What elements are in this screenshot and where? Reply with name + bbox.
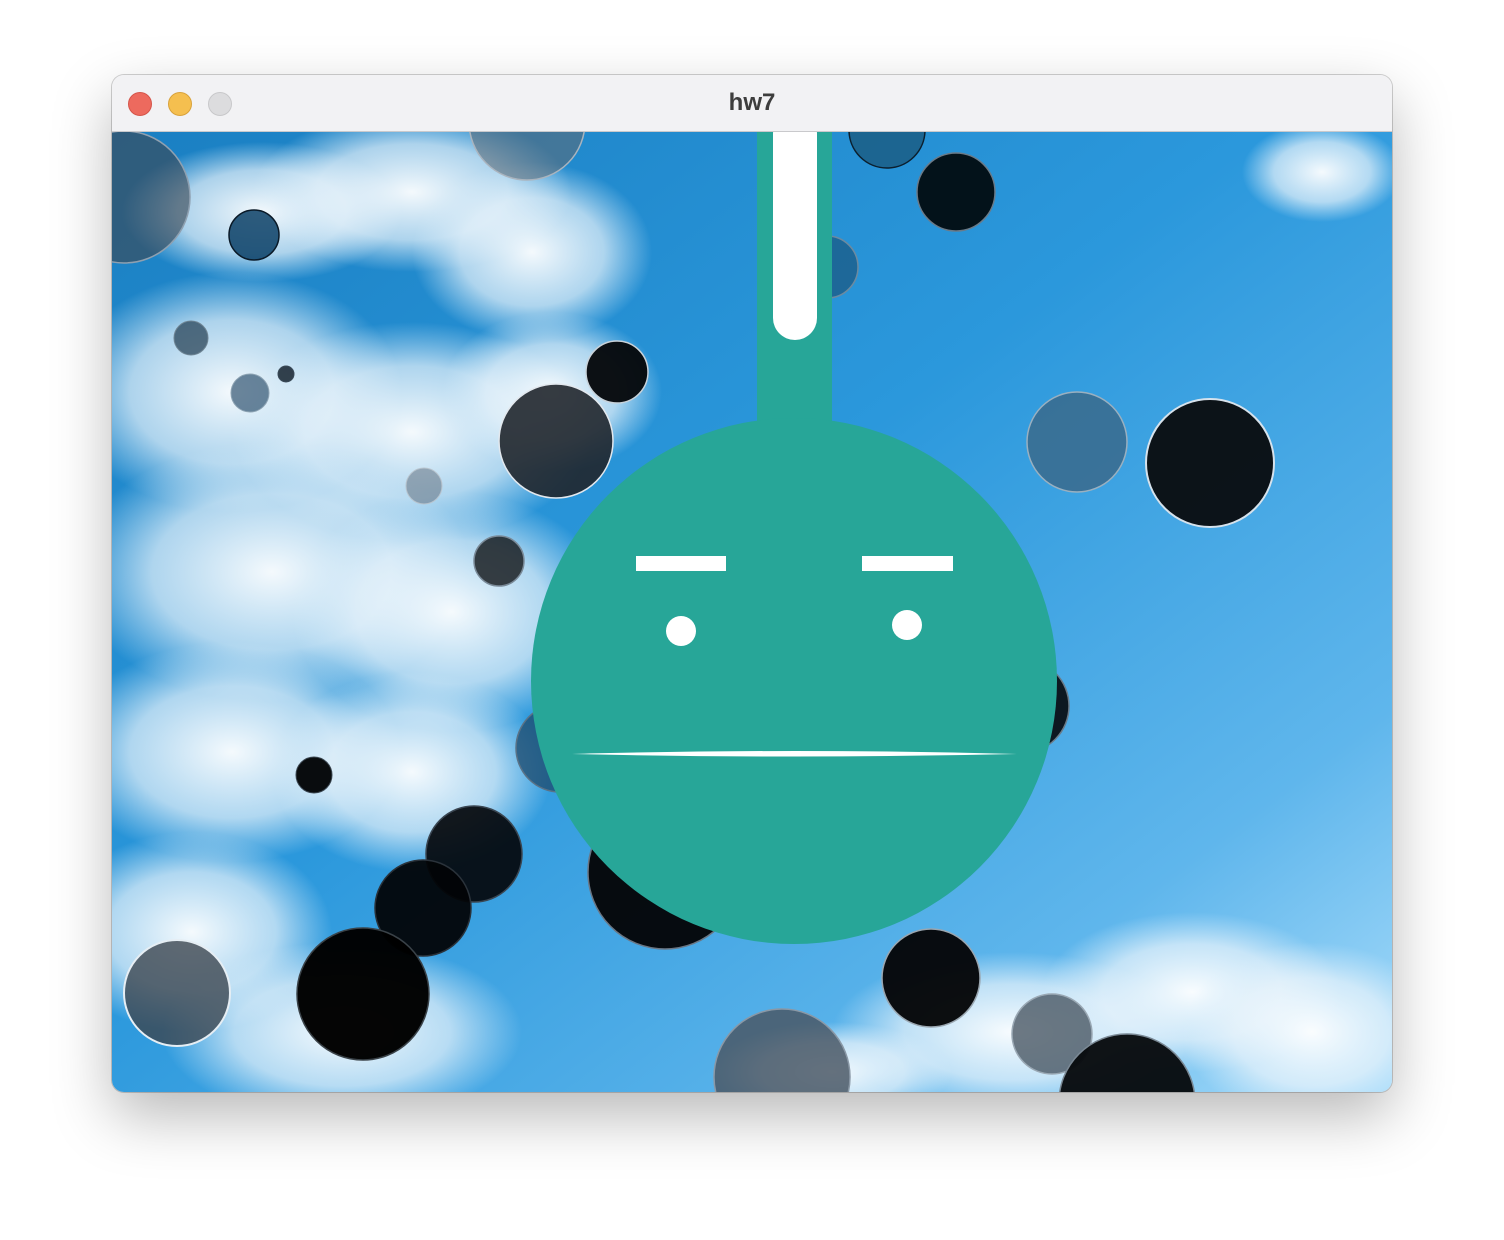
title-bar[interactable]: hw7 [112,75,1392,132]
left-eyebrow [636,556,726,571]
bubble [1026,391,1128,493]
bubble [473,535,525,587]
bubble [916,152,996,232]
bubble [296,927,430,1061]
sketch-canvas[interactable] [112,132,1392,1092]
bubble [585,340,649,404]
bubble [295,756,333,794]
bubble [173,320,209,356]
right-eyebrow [862,556,953,571]
character-stem-highlight [773,132,817,340]
bubble [1145,398,1275,528]
sketch-svg [112,132,1392,1092]
app-window: hw7 [112,75,1392,1092]
bubble [123,939,231,1047]
bubble [405,467,443,505]
bubble [228,209,280,261]
character-head [531,418,1057,944]
bubble [230,373,270,413]
left-eye [666,616,696,646]
window-title: hw7 [728,89,776,116]
right-eye [892,610,922,640]
bubble [881,928,981,1028]
bubble [277,365,295,383]
bubble [498,383,614,499]
